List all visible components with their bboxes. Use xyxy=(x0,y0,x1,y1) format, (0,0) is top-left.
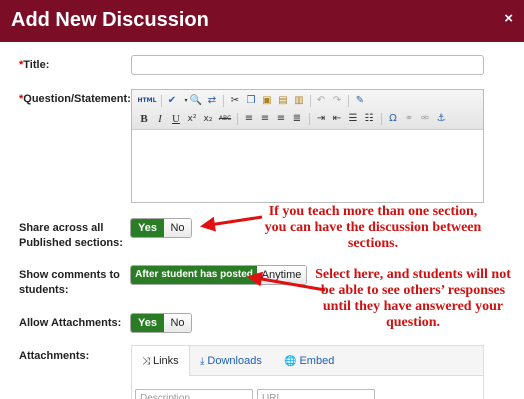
paste-icon[interactable]: ▣ xyxy=(260,94,274,108)
after-posted-button[interactable]: After student has posted xyxy=(131,266,257,284)
shuffle-icon: ⤨ xyxy=(142,356,150,367)
show-comments-label: Show comments to students: xyxy=(19,269,120,296)
replace-icon[interactable]: ⇄ xyxy=(205,94,219,108)
title-input[interactable] xyxy=(131,55,484,75)
paste-word-icon[interactable]: ▥ xyxy=(292,94,306,108)
attach-no-button[interactable]: No xyxy=(164,314,191,332)
attachment-tabs: ⤨ Links ⤓ Downloads 🌐 Embed xyxy=(132,346,483,376)
close-icon[interactable]: × xyxy=(504,10,513,27)
rich-text-editor[interactable]: HTML ✔ ▾ 🔍 ⇄ ✂ ❐ ▣ ▤ ▥ ↶ ↷ ✎ B I U x² x₂… xyxy=(131,89,484,203)
question-label: *Question/Statement: xyxy=(19,93,131,105)
underline-icon[interactable]: U xyxy=(169,112,183,126)
cut-icon[interactable]: ✂ xyxy=(228,94,242,108)
description-input[interactable]: Description xyxy=(135,389,253,399)
edit-icon[interactable]: ✎ xyxy=(353,94,367,108)
undo-icon[interactable]: ↶ xyxy=(314,94,328,108)
attach-yes-button[interactable]: Yes xyxy=(131,314,164,332)
italic-icon[interactable]: I xyxy=(153,112,167,126)
attachments-label: Attachments: xyxy=(19,350,90,362)
find-icon[interactable]: 🔍 xyxy=(189,94,203,108)
html-source-icon[interactable]: HTML xyxy=(137,94,157,108)
share-toggle: Yes No xyxy=(130,218,192,238)
copy-icon[interactable]: ❐ xyxy=(244,94,258,108)
unlink-icon[interactable]: ⚮ xyxy=(418,112,432,126)
bullet-list-icon[interactable]: ☷ xyxy=(362,112,376,126)
show-comments-toggle: After student has posted Anytime xyxy=(130,265,307,285)
title-label: *Title: xyxy=(19,59,50,71)
share-arrow xyxy=(200,215,263,232)
superscript-icon[interactable]: x² xyxy=(185,112,199,126)
redo-icon[interactable]: ↷ xyxy=(330,94,344,108)
globe-icon: 🌐 xyxy=(284,356,297,367)
anytime-button[interactable]: Anytime xyxy=(257,266,306,284)
anchor-icon[interactable]: ⚓ xyxy=(434,112,448,126)
align-left-icon[interactable]: ≡ xyxy=(242,112,256,126)
subscript-icon[interactable]: x₂ xyxy=(201,112,215,126)
tab-embed[interactable]: 🌐 Embed xyxy=(284,346,334,376)
numbered-list-icon[interactable]: ☰ xyxy=(346,112,360,126)
outdent-icon[interactable]: ⇤ xyxy=(330,112,344,126)
tab-downloads[interactable]: ⤓ Downloads xyxy=(200,346,262,376)
strikethrough-icon[interactable]: ABC xyxy=(217,112,233,126)
download-icon: ⤓ xyxy=(200,356,205,367)
paste-text-icon[interactable]: ▤ xyxy=(276,94,290,108)
share-label: Share across all Published sections: xyxy=(19,222,123,249)
share-no-button[interactable]: No xyxy=(164,219,191,237)
bold-icon[interactable]: B xyxy=(137,112,151,126)
share-callout: If you teach more than one section, you … xyxy=(264,204,482,251)
spellcheck-icon[interactable]: ✔ xyxy=(165,94,179,108)
justify-icon[interactable]: ≣ xyxy=(290,112,304,126)
align-center-icon[interactable]: ≡ xyxy=(258,112,272,126)
modal-title: Add New Discussion xyxy=(11,9,209,31)
url-input[interactable]: URL xyxy=(257,389,375,399)
link-icon[interactable]: ⚭ xyxy=(402,112,416,126)
comments-callout: Select here, and students will not be ab… xyxy=(315,267,511,330)
attachments-panel: ⤨ Links ⤓ Downloads 🌐 Embed Description URL xyxy=(131,345,484,399)
share-yes-button[interactable]: Yes xyxy=(131,219,164,237)
allow-attachments-label: Allow Attachments: xyxy=(19,317,122,329)
align-right-icon[interactable]: ≡ xyxy=(274,112,288,126)
modal-header: Add New Discussion × xyxy=(0,0,524,42)
omega-icon[interactable]: Ω xyxy=(386,112,400,126)
attachments-toggle: Yes No xyxy=(130,313,192,333)
tab-links[interactable]: ⤨ Links xyxy=(132,346,190,376)
indent-icon[interactable]: ⇥ xyxy=(314,112,328,126)
editor-toolbar: HTML ✔ ▾ 🔍 ⇄ ✂ ❐ ▣ ▤ ▥ ↶ ↷ ✎ B I U x² x₂… xyxy=(132,90,483,130)
